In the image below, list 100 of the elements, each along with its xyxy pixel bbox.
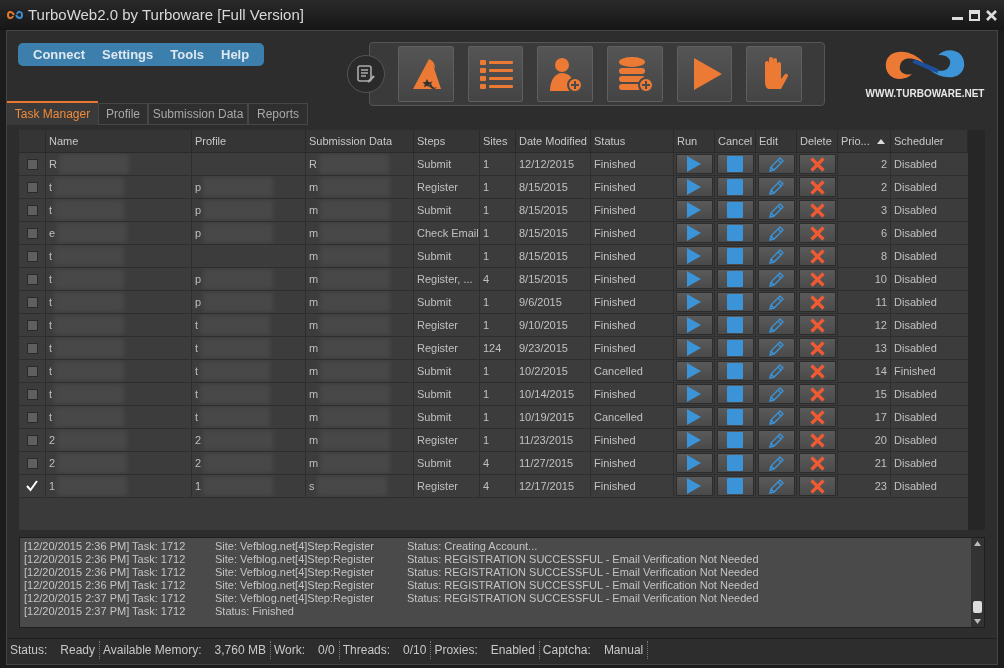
- delete-button[interactable]: [798, 177, 836, 197]
- checkbox[interactable]: [26, 158, 38, 170]
- delete-button[interactable]: [798, 338, 836, 358]
- run-button[interactable]: [675, 292, 713, 312]
- delete-button[interactable]: [798, 476, 836, 496]
- delete-button[interactable]: [798, 384, 836, 404]
- checkbox[interactable]: [26, 365, 38, 377]
- checkbox[interactable]: [26, 204, 38, 216]
- column-header[interactable]: Prio...: [841, 132, 870, 150]
- edit-button[interactable]: [757, 430, 795, 450]
- delete-button[interactable]: [798, 361, 836, 381]
- edit-button[interactable]: [757, 476, 795, 496]
- edit-button[interactable]: [757, 407, 795, 427]
- edit-button[interactable]: [757, 177, 795, 197]
- cancel-button[interactable]: [716, 246, 754, 266]
- toolbar-button[interactable]: [676, 46, 733, 102]
- checkbox[interactable]: [26, 227, 38, 239]
- run-button[interactable]: [675, 453, 713, 473]
- tab[interactable]: Profile: [98, 103, 148, 125]
- toolbar-button[interactable]: [746, 46, 803, 102]
- scrollbar[interactable]: [971, 538, 984, 627]
- cancel-button[interactable]: [716, 315, 754, 335]
- scroll-up-icon[interactable]: [974, 541, 981, 546]
- edit-button[interactable]: [757, 453, 795, 473]
- close-icon[interactable]: [986, 9, 997, 21]
- cancel-button[interactable]: [716, 269, 754, 289]
- menu-item[interactable]: Tools: [164, 45, 210, 65]
- cancel-button[interactable]: [716, 177, 754, 197]
- checkbox[interactable]: [26, 342, 38, 354]
- cancel-button[interactable]: [716, 430, 754, 450]
- delete-button[interactable]: [798, 315, 836, 335]
- run-button[interactable]: [675, 315, 713, 335]
- run-button[interactable]: [675, 269, 713, 289]
- edit-button[interactable]: [757, 200, 795, 220]
- checkbox[interactable]: [26, 411, 38, 423]
- checkbox[interactable]: [26, 457, 38, 469]
- column-header[interactable]: Scheduler: [894, 132, 944, 150]
- run-button[interactable]: [675, 223, 713, 243]
- delete-button[interactable]: [798, 200, 836, 220]
- checkbox[interactable]: [26, 319, 38, 331]
- delete-button[interactable]: [798, 292, 836, 312]
- edit-button[interactable]: [757, 269, 795, 289]
- run-button[interactable]: [675, 200, 713, 220]
- edit-button[interactable]: [757, 361, 795, 381]
- checkbox[interactable]: [26, 273, 38, 285]
- run-button[interactable]: [675, 338, 713, 358]
- column-header[interactable]: Date Modified: [519, 132, 587, 150]
- toolbar-button[interactable]: [537, 46, 593, 102]
- edit-button[interactable]: [757, 338, 795, 358]
- run-button[interactable]: [675, 384, 713, 404]
- delete-button[interactable]: [798, 223, 836, 243]
- tab[interactable]: Task Manager: [7, 101, 98, 125]
- toolbar-button[interactable]: [398, 46, 454, 102]
- cancel-button[interactable]: [716, 223, 754, 243]
- column-header[interactable]: Run: [677, 132, 698, 150]
- run-button[interactable]: [675, 154, 713, 174]
- toolbar-button[interactable]: [607, 46, 663, 102]
- checkbox[interactable]: [26, 250, 38, 262]
- cancel-button[interactable]: [716, 453, 754, 473]
- cancel-button[interactable]: [716, 384, 754, 404]
- cancel-button[interactable]: [716, 361, 754, 381]
- checkbox[interactable]: [26, 434, 38, 446]
- delete-button[interactable]: [798, 430, 836, 450]
- maximize-icon[interactable]: [969, 9, 980, 21]
- checkbox[interactable]: [26, 296, 38, 308]
- tab[interactable]: Reports: [248, 103, 308, 125]
- run-button[interactable]: [675, 177, 713, 197]
- delete-button[interactable]: [798, 246, 836, 266]
- delete-button[interactable]: [798, 269, 836, 289]
- column-header[interactable]: Submission Data: [309, 132, 393, 150]
- delete-button[interactable]: [798, 407, 836, 427]
- run-button[interactable]: [675, 476, 713, 496]
- edit-button[interactable]: [757, 223, 795, 243]
- edit-button[interactable]: [757, 315, 795, 335]
- cancel-button[interactable]: [716, 476, 754, 496]
- delete-button[interactable]: [798, 453, 836, 473]
- column-header[interactable]: Edit: [759, 132, 778, 150]
- edit-button[interactable]: [757, 384, 795, 404]
- run-button[interactable]: [675, 430, 713, 450]
- column-header[interactable]: Name: [49, 132, 79, 150]
- column-header[interactable]: Delete: [800, 132, 832, 150]
- column-header[interactable]: Status: [594, 132, 626, 150]
- cancel-button[interactable]: [716, 200, 754, 220]
- delete-button[interactable]: [798, 154, 836, 174]
- column-header[interactable]: Steps: [417, 132, 446, 150]
- edit-button[interactable]: [757, 246, 795, 266]
- column-header[interactable]: Cancel: [718, 132, 753, 150]
- cancel-button[interactable]: [716, 292, 754, 312]
- checkbox[interactable]: [26, 388, 38, 400]
- column-header[interactable]: Profile: [195, 132, 227, 150]
- edit-button[interactable]: [757, 292, 795, 312]
- sort-ascending-icon[interactable]: [877, 138, 885, 144]
- run-button[interactable]: [675, 361, 713, 381]
- edit-button[interactable]: [757, 154, 795, 174]
- scroll-thumb[interactable]: [973, 601, 982, 613]
- menu-item[interactable]: Settings: [96, 45, 160, 65]
- cancel-button[interactable]: [716, 407, 754, 427]
- scroll-down-icon[interactable]: [974, 619, 981, 624]
- checkbox[interactable]: [26, 181, 38, 193]
- run-button[interactable]: [675, 246, 713, 266]
